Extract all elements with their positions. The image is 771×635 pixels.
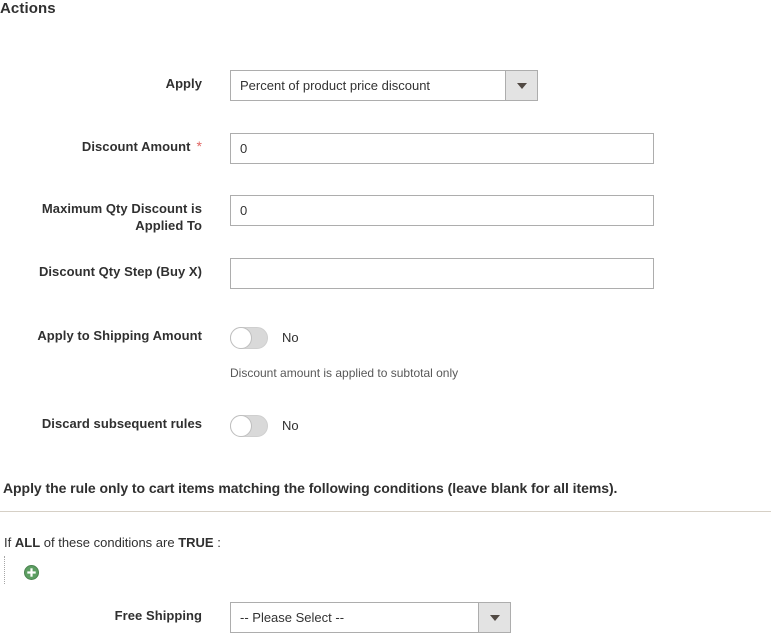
chevron-down-icon[interactable] <box>505 71 537 100</box>
discount-amount-input[interactable] <box>230 133 654 164</box>
discount-amount-control <box>230 133 654 164</box>
discard-rules-toggle-line: No <box>230 410 299 441</box>
apply-shipping-toggle-state: No <box>282 330 299 345</box>
free-shipping-select-value: -- Please Select -- <box>240 610 345 625</box>
required-asterisk: * <box>196 138 202 154</box>
condition-sentence-suffix: : <box>217 535 221 550</box>
condition-tree-rail <box>4 556 5 584</box>
qty-step-input[interactable] <box>230 258 654 289</box>
toggle-knob <box>230 326 252 349</box>
page-title: Actions <box>0 0 56 17</box>
field-row-apply: Apply Percent of product price discount <box>0 70 538 101</box>
apply-shipping-control: No Discount amount is applied to subtota… <box>230 322 458 381</box>
free-shipping-select[interactable]: -- Please Select -- <box>230 602 511 633</box>
max-qty-control <box>230 195 654 226</box>
toggle-knob <box>230 414 252 437</box>
discount-amount-label-text: Discount Amount <box>81 139 191 154</box>
max-qty-label: Maximum Qty Discount is Applied To <box>0 195 202 234</box>
discount-amount-label: Discount Amount * <box>0 133 202 155</box>
condition-sentence-prefix: If <box>4 535 12 550</box>
qty-step-control <box>230 258 654 289</box>
field-row-free-shipping: Free Shipping -- Please Select -- <box>0 602 511 633</box>
apply-shipping-toggle-line: No <box>230 322 458 353</box>
field-row-max-qty: Maximum Qty Discount is Applied To <box>0 195 654 234</box>
condition-sentence: If ALL of these conditions are TRUE : <box>4 535 221 550</box>
qty-step-label: Discount Qty Step (Buy X) <box>38 264 202 279</box>
field-row-discard-rules: Discard subsequent rules No <box>0 410 299 441</box>
apply-shipping-toggle[interactable] <box>230 326 268 349</box>
conditions-heading: Apply the rule only to cart items matchi… <box>3 480 618 496</box>
apply-control: Percent of product price discount <box>230 70 538 101</box>
discard-rules-toggle[interactable] <box>230 414 268 437</box>
section-divider <box>0 511 771 512</box>
free-shipping-control: -- Please Select -- <box>230 602 511 633</box>
field-row-qty-step: Discount Qty Step (Buy X) <box>0 258 654 289</box>
condition-sentence-middle: of these conditions are <box>43 535 175 550</box>
field-row-apply-shipping: Apply to Shipping Amount No Discount amo… <box>0 322 458 381</box>
apply-select-value: Percent of product price discount <box>240 78 431 93</box>
discard-rules-label: Discard subsequent rules <box>41 416 202 431</box>
apply-label: Apply <box>165 76 202 91</box>
discard-rules-control: No <box>230 410 299 441</box>
apply-shipping-helper-text: Discount amount is applied to subtotal o… <box>230 366 459 380</box>
free-shipping-label: Free Shipping <box>114 608 202 623</box>
apply-select[interactable]: Percent of product price discount <box>230 70 538 101</box>
condition-aggregator-link[interactable]: ALL <box>15 535 40 550</box>
discard-rules-toggle-state: No <box>282 418 299 433</box>
max-qty-label-line2: Applied To <box>135 218 202 233</box>
max-qty-input[interactable] <box>230 195 654 226</box>
plus-circle-icon[interactable] <box>24 565 39 580</box>
actions-form-page: Actions Apply Percent of product price d… <box>0 0 771 635</box>
max-qty-label-line1: Maximum Qty Discount is <box>41 201 202 216</box>
condition-value-link[interactable]: TRUE <box>178 535 213 550</box>
field-row-discount-amount: Discount Amount * <box>0 133 654 164</box>
chevron-down-icon[interactable] <box>478 603 510 632</box>
apply-shipping-label: Apply to Shipping Amount <box>37 328 202 343</box>
